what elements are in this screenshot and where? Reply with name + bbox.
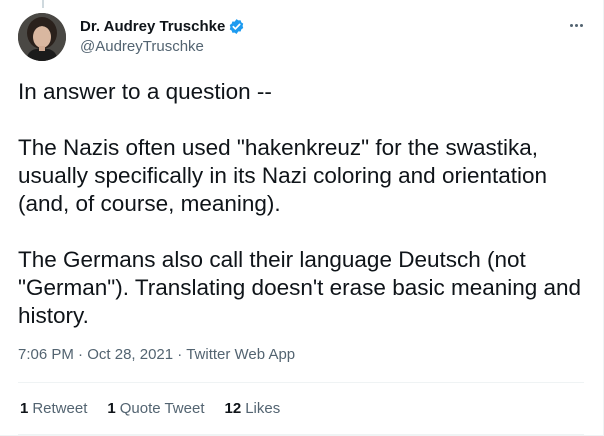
tweet-paragraph: The Germans also call their language Deu…: [18, 247, 582, 328]
likes-count: 12: [224, 400, 242, 417]
author-names: Dr. Audrey Truschke @AudreyTruschke: [80, 17, 245, 55]
retweets-count: 1: [20, 400, 29, 417]
thread-connector-line: [42, 0, 44, 8]
verified-badge-icon: [228, 18, 245, 35]
retweets-stat[interactable]: 1 Retweet: [20, 400, 87, 417]
tweet-paragraph: In answer to a question --: [18, 79, 272, 104]
likes-stat[interactable]: 12 Likes: [225, 400, 281, 417]
retweets-label: Retweet: [32, 400, 88, 417]
quote-tweets-count: 1: [107, 400, 116, 417]
divider: [18, 382, 584, 383]
tweet-card: Dr. Audrey Truschke @AudreyTruschke In a…: [0, 0, 604, 436]
author-handle[interactable]: @AudreyTruschke: [80, 38, 245, 55]
tweet-meta: 7:06 PM · Oct 28, 2021 · Twitter Web App: [18, 346, 295, 363]
tweet-time[interactable]: 7:06 PM: [18, 346, 74, 363]
meta-separator: ·: [78, 346, 84, 363]
tweet-stats: 1 Retweet 1 Quote Tweet 12 Likes: [20, 400, 280, 417]
tweet-text: In answer to a question -- The Nazis oft…: [18, 78, 588, 330]
divider: [18, 434, 584, 435]
quote-tweets-label: Quote Tweet: [119, 400, 205, 417]
author-display-name[interactable]: Dr. Audrey Truschke: [80, 18, 225, 35]
tweet-date[interactable]: Oct 28, 2021: [87, 346, 173, 363]
likes-label: Likes: [245, 400, 281, 417]
tweet-paragraph: The Nazis often used "hakenkreuz" for th…: [18, 135, 548, 216]
tweet-header: Dr. Audrey Truschke @AudreyTruschke: [18, 13, 588, 63]
tweet-source[interactable]: Twitter Web App: [186, 346, 295, 363]
more-options-icon[interactable]: [564, 15, 588, 35]
avatar-image: [18, 13, 66, 61]
display-name-row: Dr. Audrey Truschke: [80, 17, 245, 36]
avatar[interactable]: [18, 13, 66, 61]
meta-separator: ·: [177, 346, 183, 363]
quote-tweets-stat[interactable]: 1 Quote Tweet: [107, 400, 204, 417]
